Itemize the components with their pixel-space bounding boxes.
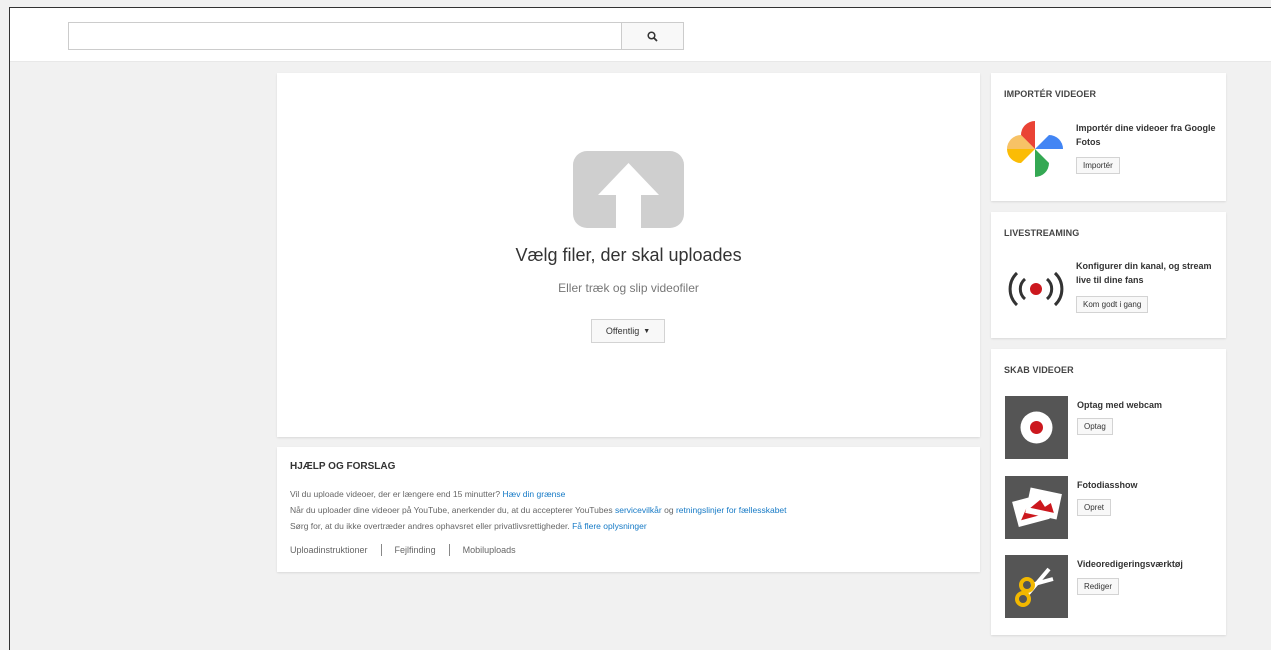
scissors-icon [1015, 567, 1054, 607]
import-button[interactable]: Importér [1076, 157, 1120, 174]
editor-label: Videoredigeringsværktøj [1077, 559, 1183, 569]
help-line-copyright: Sørg for, at du ikke overtræder andres o… [290, 521, 647, 531]
upload-subtitle: Eller træk og slip videofiler [558, 281, 699, 295]
upload-title: Vælg filer, der skal uploades [515, 245, 742, 265]
livestreaming-title: LIVESTREAMING [1004, 228, 1080, 238]
webcam-record-icon [1020, 411, 1053, 444]
privacy-dropdown[interactable]: Offentlig ▼ [591, 319, 665, 343]
photo-slideshow-icon [1012, 487, 1062, 528]
upload-panel[interactable]: Vælg filer, der skal uploades Eller træk… [277, 73, 980, 437]
import-panel: IMPORTÉR VIDEOER Importér dine videoer f… [991, 73, 1226, 201]
webcam-label: Optag med webcam [1077, 400, 1163, 410]
slideshow-thumbnail[interactable] [1005, 476, 1068, 539]
help-line-terms: Når du uploader dine videoer på YouTube,… [290, 505, 787, 515]
help-links: Uploadinstruktioner Fejlfinding Mobilupl… [290, 544, 516, 556]
create-slideshow-button[interactable]: Opret [1077, 499, 1112, 516]
import-description: Importér dine videoer fra Google Fotos [1076, 123, 1216, 147]
livestreaming-description: Konfigurer din kanal, og stream live til… [1076, 261, 1212, 285]
help-panel: HJÆLP OG FORSLAG Vil du uploade videoer,… [277, 447, 980, 572]
google-photos-icon [1007, 121, 1063, 177]
webcam-thumbnail[interactable] [1005, 396, 1068, 459]
terms-link[interactable]: servicevilkår [615, 505, 662, 515]
search-icon [647, 30, 658, 42]
upload-instructions-link[interactable]: Uploadinstruktioner [290, 545, 368, 555]
help-title: HJÆLP OG FORSLAG [290, 461, 396, 472]
slideshow-label: Fotodiasshow [1077, 480, 1138, 490]
troubleshooting-link[interactable]: Fejlfinding [395, 545, 436, 555]
privacy-label: Offentlig [605, 326, 640, 336]
search-button[interactable] [621, 22, 684, 50]
video-editor-thumbnail[interactable] [1005, 555, 1068, 618]
raise-limit-link[interactable]: Hæv din grænse [503, 489, 566, 499]
more-info-link[interactable]: Få flere oplysninger [572, 521, 647, 531]
search-input[interactable] [68, 22, 621, 50]
get-started-button[interactable]: Kom godt i gang [1076, 296, 1149, 313]
live-broadcast-icon [1008, 271, 1064, 307]
import-title: IMPORTÉR VIDEOER [1004, 89, 1097, 99]
mobile-uploads-link[interactable]: Mobiluploads [463, 545, 516, 555]
livestreaming-panel: LIVESTREAMING Konfigurer din kanal, og s… [991, 212, 1226, 338]
divider [448, 544, 450, 556]
edit-button[interactable]: Rediger [1077, 578, 1120, 595]
create-videos-panel: SKAB VIDEOER Optag med webcam Optag Foto… [991, 349, 1226, 635]
divider [380, 544, 382, 556]
caret-down-icon: ▼ [643, 327, 651, 335]
community-guidelines-link[interactable]: retningslinjer for fællesskabet [676, 505, 787, 515]
record-button[interactable]: Optag [1077, 418, 1113, 435]
create-title: SKAB VIDEOER [1004, 365, 1074, 375]
help-line-length: Vil du uploade videoer, der er længere e… [290, 489, 566, 499]
upload-arrow-icon[interactable] [573, 151, 684, 228]
